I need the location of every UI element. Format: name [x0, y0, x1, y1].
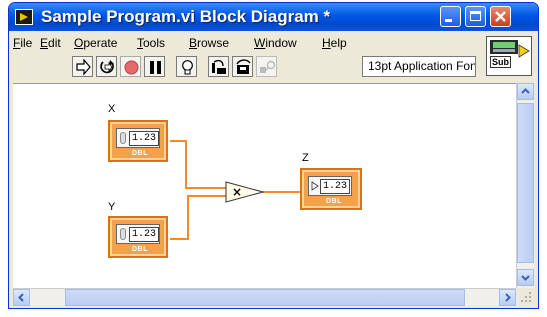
block-diagram-canvas[interactable]: × X 1.23 DBL Y 1.23 DBL Z 1.23 DBL [13, 83, 516, 289]
window-title: Sample Program.vi Block Diagram * [41, 7, 331, 26]
chevron-down-icon [521, 275, 530, 281]
control-x-terminal[interactable]: 1.23 DBL [108, 120, 168, 162]
menu-browse[interactable]: Browse [189, 36, 229, 50]
step-into-icon [212, 59, 226, 74]
menu-file[interactable]: File [13, 36, 32, 50]
scroll-down-button[interactable] [517, 269, 534, 286]
menu-operate[interactable]: Operate [74, 36, 117, 50]
menu-help[interactable]: Help [322, 36, 347, 50]
control-y-terminal[interactable]: 1.23 DBL [108, 216, 168, 258]
minimize-icon [445, 19, 452, 22]
abort-icon [124, 60, 139, 75]
title-bar[interactable]: Sample Program.vi Block Diagram * [9, 3, 538, 31]
highlight-execution-button[interactable] [176, 56, 197, 77]
control-x-display: 1.23 [116, 128, 160, 148]
numeric-control-icon [120, 228, 126, 240]
highlight-execution-icon [182, 60, 193, 75]
indicator-z-type: DBL [326, 198, 342, 205]
horizontal-scroll-thumb[interactable] [65, 289, 465, 306]
chevron-left-icon [18, 293, 24, 302]
scroll-up-button[interactable] [517, 83, 534, 100]
control-y-value: 1.23 [129, 227, 160, 242]
step-out-icon [260, 60, 276, 73]
labview-app-icon [15, 9, 33, 25]
indicator-z-label: Z [302, 152, 309, 164]
control-y-label: Y [108, 201, 116, 213]
wires-layer: × [170, 140, 303, 240]
vertical-scrollbar[interactable] [516, 83, 534, 288]
subvi-label: Sub [490, 56, 511, 68]
horizontal-scrollbar[interactable] [13, 288, 516, 306]
menu-edit[interactable]: Edit [40, 36, 61, 50]
indicator-arrow-icon [311, 181, 319, 191]
step-into-button[interactable] [208, 56, 229, 77]
control-x-value: 1.23 [129, 131, 160, 146]
run-button[interactable] [72, 56, 93, 77]
chevron-up-icon [521, 88, 530, 94]
control-x-label: X [108, 103, 116, 115]
indicator-z-value: 1.23 [320, 179, 351, 194]
minimize-button[interactable] [440, 6, 461, 27]
step-over-icon [236, 59, 251, 74]
run-continuously-icon [100, 60, 114, 74]
menu-bar: File Edit Operate Tools Browse Window He… [9, 33, 538, 53]
resize-grip-icon[interactable] [520, 291, 532, 303]
close-icon [495, 11, 506, 22]
control-y-display: 1.23 [116, 224, 160, 244]
numeric-control-icon [120, 132, 126, 144]
run-arrow-icon [76, 59, 91, 76]
step-over-button[interactable] [232, 56, 253, 77]
chevron-right-icon [505, 293, 511, 302]
wire-y [170, 195, 233, 240]
control-y-type: DBL [132, 246, 148, 253]
pause-button[interactable] [144, 56, 165, 77]
multiply-symbol: × [232, 185, 242, 199]
wire-x [170, 140, 233, 189]
indicator-z-terminal[interactable]: 1.23 DBL [300, 168, 362, 210]
vertical-scroll-thumb[interactable] [517, 103, 534, 263]
step-out-button[interactable] [256, 56, 277, 77]
pause-icon [150, 61, 161, 74]
maximize-button[interactable] [465, 6, 486, 27]
maximize-icon [470, 11, 481, 21]
toolbar: 13pt Application Font [9, 55, 538, 81]
indicator-z-display: 1.23 [308, 176, 352, 196]
control-x-type: DBL [132, 150, 148, 157]
vi-icon-pane[interactable]: Sub [486, 36, 532, 76]
scroll-right-button[interactable] [499, 289, 516, 306]
scroll-left-button[interactable] [13, 289, 30, 306]
run-continuously-button[interactable] [96, 56, 117, 77]
menu-window[interactable]: Window [254, 36, 297, 50]
menu-tools[interactable]: Tools [137, 36, 165, 50]
block-diagram-window: Sample Program.vi Block Diagram * File E… [8, 2, 539, 309]
abort-button[interactable] [120, 56, 141, 77]
close-button[interactable] [490, 6, 511, 27]
text-settings-dropdown[interactable]: 13pt Application Font [362, 56, 476, 77]
